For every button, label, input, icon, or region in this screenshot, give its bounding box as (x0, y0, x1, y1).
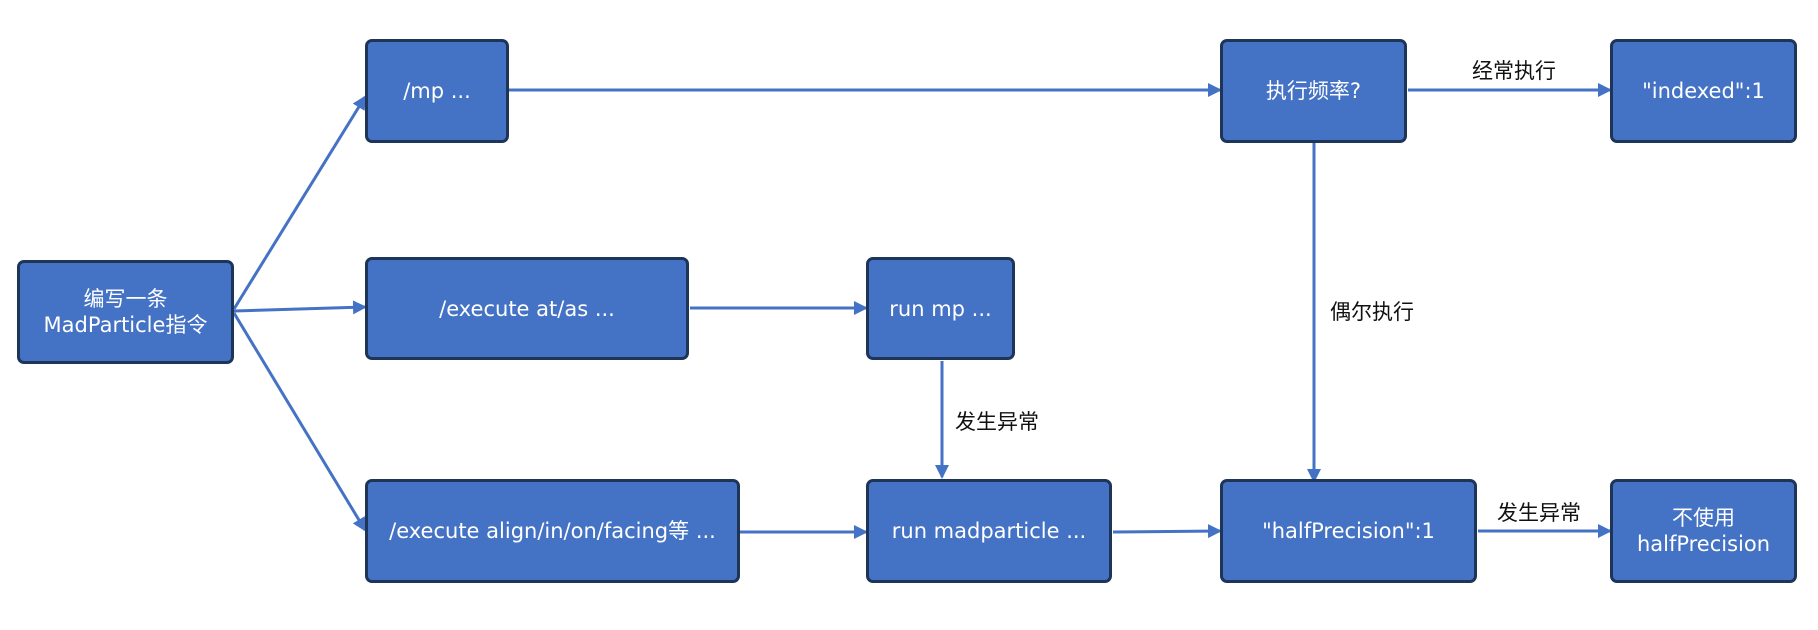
edge-start-to-mp (232, 95, 367, 310)
half-precision-label: "halfPrecision":1 (1262, 519, 1435, 543)
exception-edge-label-half-precision: 发生异常 (1497, 501, 1581, 525)
indexed-node: "indexed":1 (1610, 39, 1797, 143)
exception-edge-label-run-mp: 发生异常 (955, 410, 1039, 434)
execute-at-node: /execute at/as ... (365, 257, 689, 360)
run-madparticle-label: run madparticle ... (891, 519, 1087, 543)
occasionally-edge-label: 偶尔执行 (1330, 300, 1414, 324)
mp-command-label: /mp ... (403, 79, 471, 103)
run-mp-node: run mp ... (866, 257, 1015, 360)
start-node: 编写一条 MadParticle指令 (17, 260, 234, 364)
no-half-precision-label: 不使用 halfPrecision (1636, 506, 1771, 556)
execute-align-label: /execute align/in/on/facing等 ... (389, 519, 716, 543)
no-half-precision-node: 不使用 halfPrecision (1610, 479, 1797, 583)
indexed-label: "indexed":1 (1642, 79, 1765, 103)
edge-start-to-exec-align (232, 312, 367, 532)
half-precision-node: "halfPrecision":1 (1220, 479, 1477, 583)
run-mp-label: run mp ... (889, 296, 992, 321)
frequency-decision-label: 执行频率? (1265, 79, 1362, 103)
edge-run-madparticle-to-half-precision (1112, 524, 1222, 539)
frequency-decision-node: 执行频率? (1220, 39, 1407, 143)
edge-start-to-exec-at (233, 300, 367, 315)
often-edge-label: 经常执行 (1472, 59, 1556, 83)
mp-command-node: /mp ... (365, 39, 509, 143)
run-madparticle-node: run madparticle ... (866, 479, 1112, 583)
execute-at-label: /execute at/as ... (439, 296, 615, 321)
execute-align-node: /execute align/in/on/facing等 ... (365, 479, 740, 583)
start-node-label: 编写一条 MadParticle指令 (43, 287, 208, 337)
